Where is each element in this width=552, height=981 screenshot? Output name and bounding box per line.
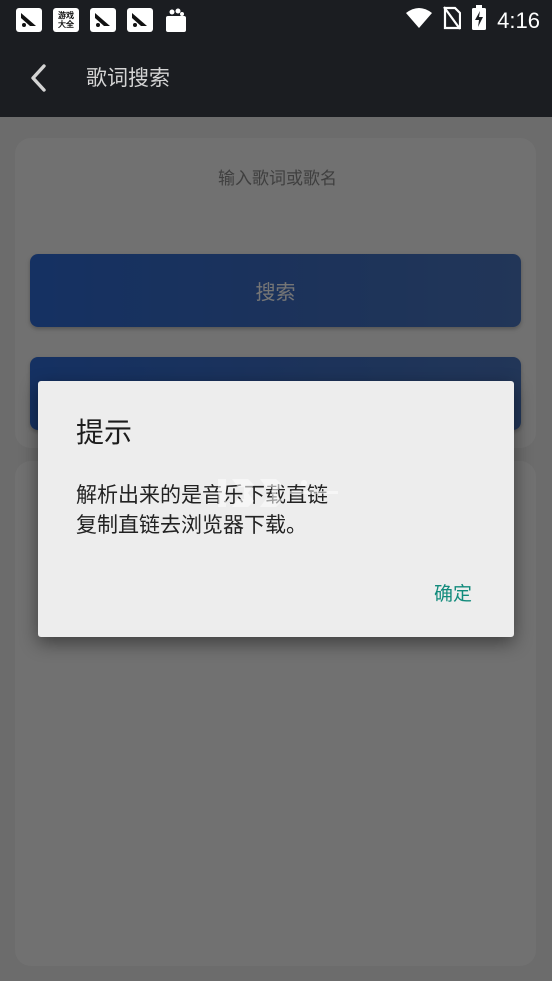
- alert-dialog: 提示 解析出来的是音乐下载直链 复制直链去浏览器下载。 确定: [38, 381, 514, 637]
- chevron-left-icon: [31, 64, 46, 92]
- back-button[interactable]: [22, 60, 58, 96]
- toolbar: 歌词搜索: [0, 40, 552, 117]
- no-sim-icon: [443, 6, 462, 36]
- app-screen: 游戏 大全 4:16 歌词搜索 输入歌词或歌名 提示 解析出来的是音乐下载直链 …: [0, 0, 552, 981]
- app-icon-1: [16, 8, 42, 32]
- system-icons: 4:16: [405, 5, 540, 37]
- app-icon-3: [90, 8, 116, 32]
- wifi-icon: [405, 7, 433, 35]
- app-icon-2: 游戏 大全: [53, 8, 79, 32]
- battery-charging-icon: [471, 5, 487, 37]
- confirm-button[interactable]: 确定: [428, 575, 478, 610]
- notification-icons: 游戏 大全: [16, 7, 188, 33]
- dialog-message: 解析出来的是音乐下载直链 复制直链去浏览器下载。: [76, 480, 486, 540]
- dialog-message-line: 解析出来的是音乐下载直链: [76, 483, 328, 507]
- page-title: 歌词搜索: [86, 66, 170, 90]
- dialog-title: 提示: [76, 416, 133, 449]
- bag-icon: [164, 7, 188, 33]
- status-bar: 游戏 大全 4:16: [0, 0, 552, 40]
- app-icon-4: [127, 8, 153, 32]
- dialog-message-line: 复制直链去浏览器下载。: [76, 513, 307, 537]
- clock: 4:16: [497, 8, 540, 33]
